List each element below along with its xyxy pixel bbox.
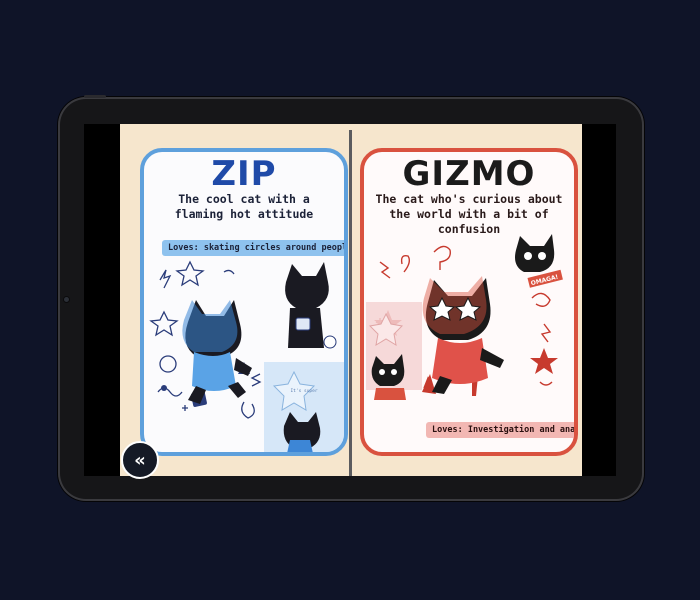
gizmo-cat-small: OMAGA!	[515, 234, 563, 288]
zip-tagline: The cool cat with a flaming hot attitude	[174, 192, 314, 221]
zip-title: ZIP	[211, 154, 277, 194]
gizmo-tagline: The cat who's curious about the world wi…	[375, 192, 563, 236]
zip-sticker-panel: It's super	[264, 362, 344, 452]
back-button[interactable]: «	[121, 441, 159, 479]
zip-character-card: It's super ZIP The cool cat with a flami…	[140, 148, 348, 456]
gizmo-character-card: OMAGA! GIZMO The cat who's curious about…	[360, 148, 578, 456]
double-chevron-left-icon: «	[134, 449, 146, 471]
gizmo-title: GIZMO	[402, 154, 536, 194]
zip-cat-standing	[285, 262, 337, 349]
camera-icon	[64, 297, 69, 302]
gizmo-cat-large	[422, 276, 504, 394]
zip-cat-large	[182, 300, 252, 404]
gizmo-loves-banner: Loves: Investigation and analysis	[426, 422, 574, 438]
tablet-screen: It's super ZIP The cool cat with a flami…	[84, 124, 616, 476]
zip-loves-banner: Loves: skating circles around people	[162, 240, 344, 256]
book-spread: It's super ZIP The cool cat with a flami…	[120, 124, 582, 476]
page-divider	[349, 130, 352, 476]
svg-text:It's super: It's super	[290, 388, 317, 394]
tablet-power-button	[84, 95, 106, 98]
